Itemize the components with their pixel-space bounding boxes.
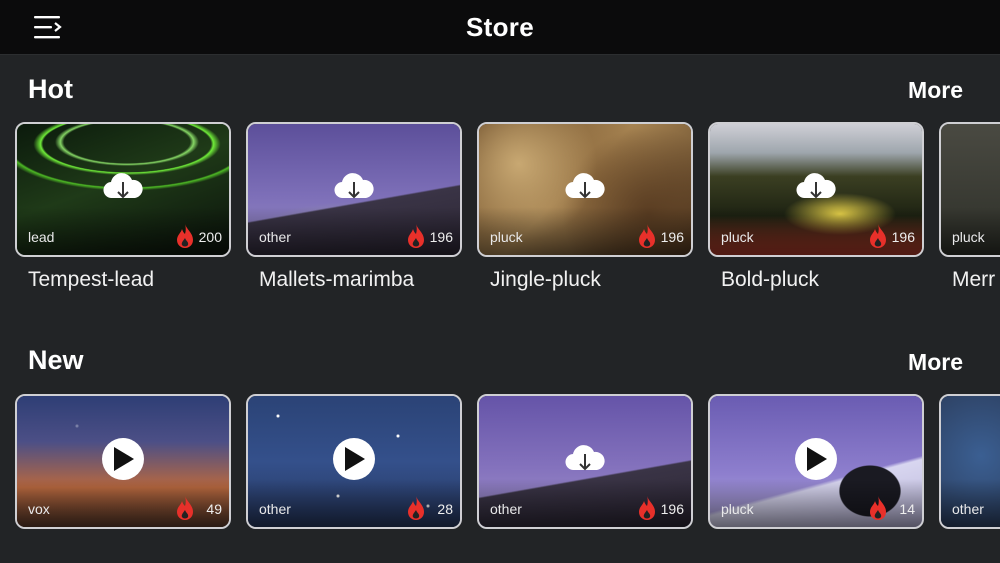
category-tag: other — [259, 501, 291, 517]
section-title-hot: Hot — [28, 74, 73, 104]
category-tag: pluck — [721, 501, 754, 517]
page-title: Store — [466, 12, 534, 42]
header-divider — [0, 54, 1000, 55]
popularity-count: 28 — [437, 501, 453, 517]
preset-thumbnail[interactable]: pluck 196 — [477, 122, 693, 257]
category-tag: other — [259, 229, 291, 245]
flame-icon — [870, 224, 886, 248]
cloud-download-icon[interactable] — [563, 442, 607, 476]
cloud-download-icon[interactable] — [101, 170, 145, 204]
preset-card[interactable]: pluck 196 Bold-pluck — [708, 122, 924, 292]
preset-name[interactable]: Jingle-pluck — [477, 268, 693, 292]
preset-card[interactable]: other 28 — [246, 394, 462, 529]
top-bar: Store — [0, 0, 1000, 54]
preset-card[interactable]: vox 49 — [15, 394, 231, 529]
section-title-new: New — [28, 345, 84, 375]
flame-icon — [639, 496, 655, 520]
preset-card[interactable]: other 196 Mallets-marimba — [246, 122, 462, 292]
popularity-count: 196 — [660, 229, 684, 245]
flame-icon — [639, 224, 655, 248]
category-tag: pluck — [490, 229, 523, 245]
preset-thumbnail[interactable]: other 196 — [246, 122, 462, 257]
category-tag: other — [952, 501, 984, 517]
preset-thumbnail[interactable]: pluck 196 — [708, 122, 924, 257]
preset-thumbnail[interactable]: pluck — [939, 122, 1000, 257]
new-row: vox 49 other 28 other 196 pluck 14 other — [0, 394, 1000, 534]
preset-name[interactable]: Tempest-lead — [15, 268, 231, 292]
category-tag: lead — [28, 229, 55, 245]
cloud-download-icon[interactable] — [332, 170, 376, 204]
play-icon[interactable] — [795, 437, 837, 480]
popularity-count: 196 — [891, 229, 915, 245]
category-tag: other — [490, 501, 522, 517]
preset-thumbnail[interactable]: other 28 — [246, 394, 462, 529]
popularity-count: 49 — [206, 501, 222, 517]
flame-icon — [408, 496, 424, 520]
cloud-download-icon[interactable] — [563, 170, 607, 204]
preset-thumbnail[interactable]: other — [939, 394, 1000, 529]
play-icon[interactable] — [102, 437, 144, 480]
category-tag: pluck — [952, 229, 985, 245]
new-more-button[interactable]: More — [908, 349, 963, 376]
popularity-count: 196 — [660, 501, 684, 517]
popularity-count: 200 — [198, 229, 222, 245]
preset-card[interactable]: other 196 — [477, 394, 693, 529]
play-icon[interactable] — [333, 437, 375, 480]
preset-thumbnail[interactable]: lead 200 — [15, 122, 231, 257]
flame-icon — [408, 224, 424, 248]
popularity-count: 196 — [429, 229, 453, 245]
category-tag: pluck — [721, 229, 754, 245]
preset-card[interactable]: other — [939, 394, 1000, 529]
category-tag: vox — [28, 501, 50, 517]
popularity-count: 14 — [899, 501, 915, 517]
flame-icon — [177, 496, 193, 520]
preset-card[interactable]: pluck 196 Jingle-pluck — [477, 122, 693, 292]
preset-name[interactable]: Mallets-marimba — [246, 268, 462, 292]
preset-thumbnail[interactable]: pluck 14 — [708, 394, 924, 529]
hot-row: lead 200 Tempest-lead other 196 Mallets-… — [0, 122, 1000, 312]
preset-card[interactable]: pluck Merr — [939, 122, 1000, 292]
preset-thumbnail[interactable]: vox 49 — [15, 394, 231, 529]
preset-thumbnail[interactable]: other 196 — [477, 394, 693, 529]
cloud-download-icon[interactable] — [794, 170, 838, 204]
hot-more-button[interactable]: More — [908, 77, 963, 104]
preset-card[interactable]: pluck 14 — [708, 394, 924, 529]
preset-name[interactable]: Bold-pluck — [708, 268, 924, 292]
preset-card[interactable]: lead 200 Tempest-lead — [15, 122, 231, 292]
flame-icon — [177, 224, 193, 248]
preset-name[interactable]: Merr — [939, 268, 1000, 292]
flame-icon — [870, 496, 886, 520]
